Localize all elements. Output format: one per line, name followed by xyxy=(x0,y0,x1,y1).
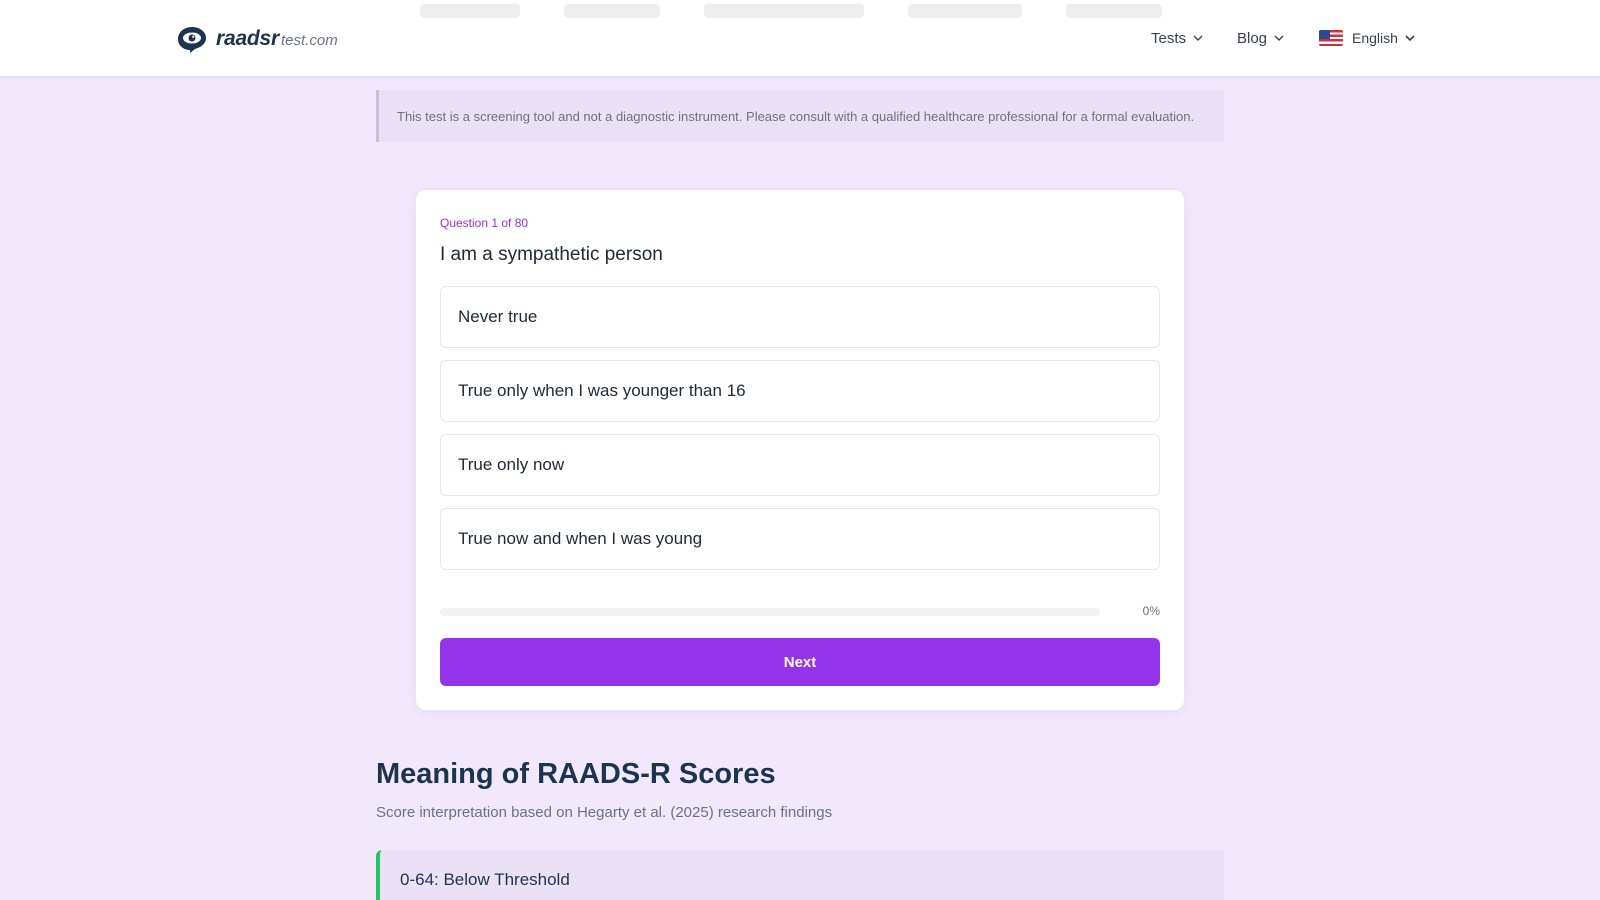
answer-option-never-true[interactable]: Never true xyxy=(440,286,1160,348)
faded-topbar xyxy=(420,0,1200,22)
progress-bar xyxy=(440,608,1100,616)
language-label: English xyxy=(1352,30,1398,46)
nav-blog-dropdown[interactable]: Blog xyxy=(1237,26,1285,50)
brand-name: raadsr xyxy=(216,27,280,50)
site-logo[interactable]: raadsr test.com xyxy=(176,24,338,54)
score-range-below-threshold: 0-64: Below Threshold xyxy=(376,850,1224,900)
brain-eye-icon xyxy=(178,27,206,53)
next-button[interactable]: Next xyxy=(440,638,1160,686)
question-card: Question 1 of 80 I am a sympathetic pers… xyxy=(416,190,1184,710)
site-header: raadsr test.com Tests Blog English xyxy=(0,0,1600,76)
nav-tests-dropdown[interactable]: Tests xyxy=(1151,26,1204,50)
us-flag-icon xyxy=(1319,30,1343,46)
score-range-label: 0-64: Below Threshold xyxy=(400,870,570,889)
disclaimer-note: This test is a screening tool and not a … xyxy=(376,90,1224,142)
answer-options: Never true True only when I was younger … xyxy=(440,286,1160,582)
progress-percent: 0% xyxy=(1142,604,1160,618)
meaning-section-title: Meaning of RAADS-R Scores xyxy=(376,758,776,790)
question-counter: Question 1 of 80 xyxy=(440,216,529,230)
nav-blog-label: Blog xyxy=(1237,29,1268,47)
answer-option-younger-than-16[interactable]: True only when I was younger than 16 xyxy=(440,360,1160,422)
answer-option-now-and-young[interactable]: True now and when I was young xyxy=(440,508,1160,570)
answer-option-only-now[interactable]: True only now xyxy=(440,434,1160,496)
language-selector[interactable]: English xyxy=(1319,26,1416,50)
chevron-down-icon xyxy=(1274,35,1284,41)
brand-domain: test.com xyxy=(281,32,338,49)
chevron-down-icon xyxy=(1193,35,1203,41)
meaning-section-subtitle: Score interpretation based on Hegarty et… xyxy=(376,804,833,821)
question-text: I am a sympathetic person xyxy=(440,244,663,265)
nav-tests-label: Tests xyxy=(1151,29,1187,47)
chevron-down-icon xyxy=(1405,35,1415,42)
